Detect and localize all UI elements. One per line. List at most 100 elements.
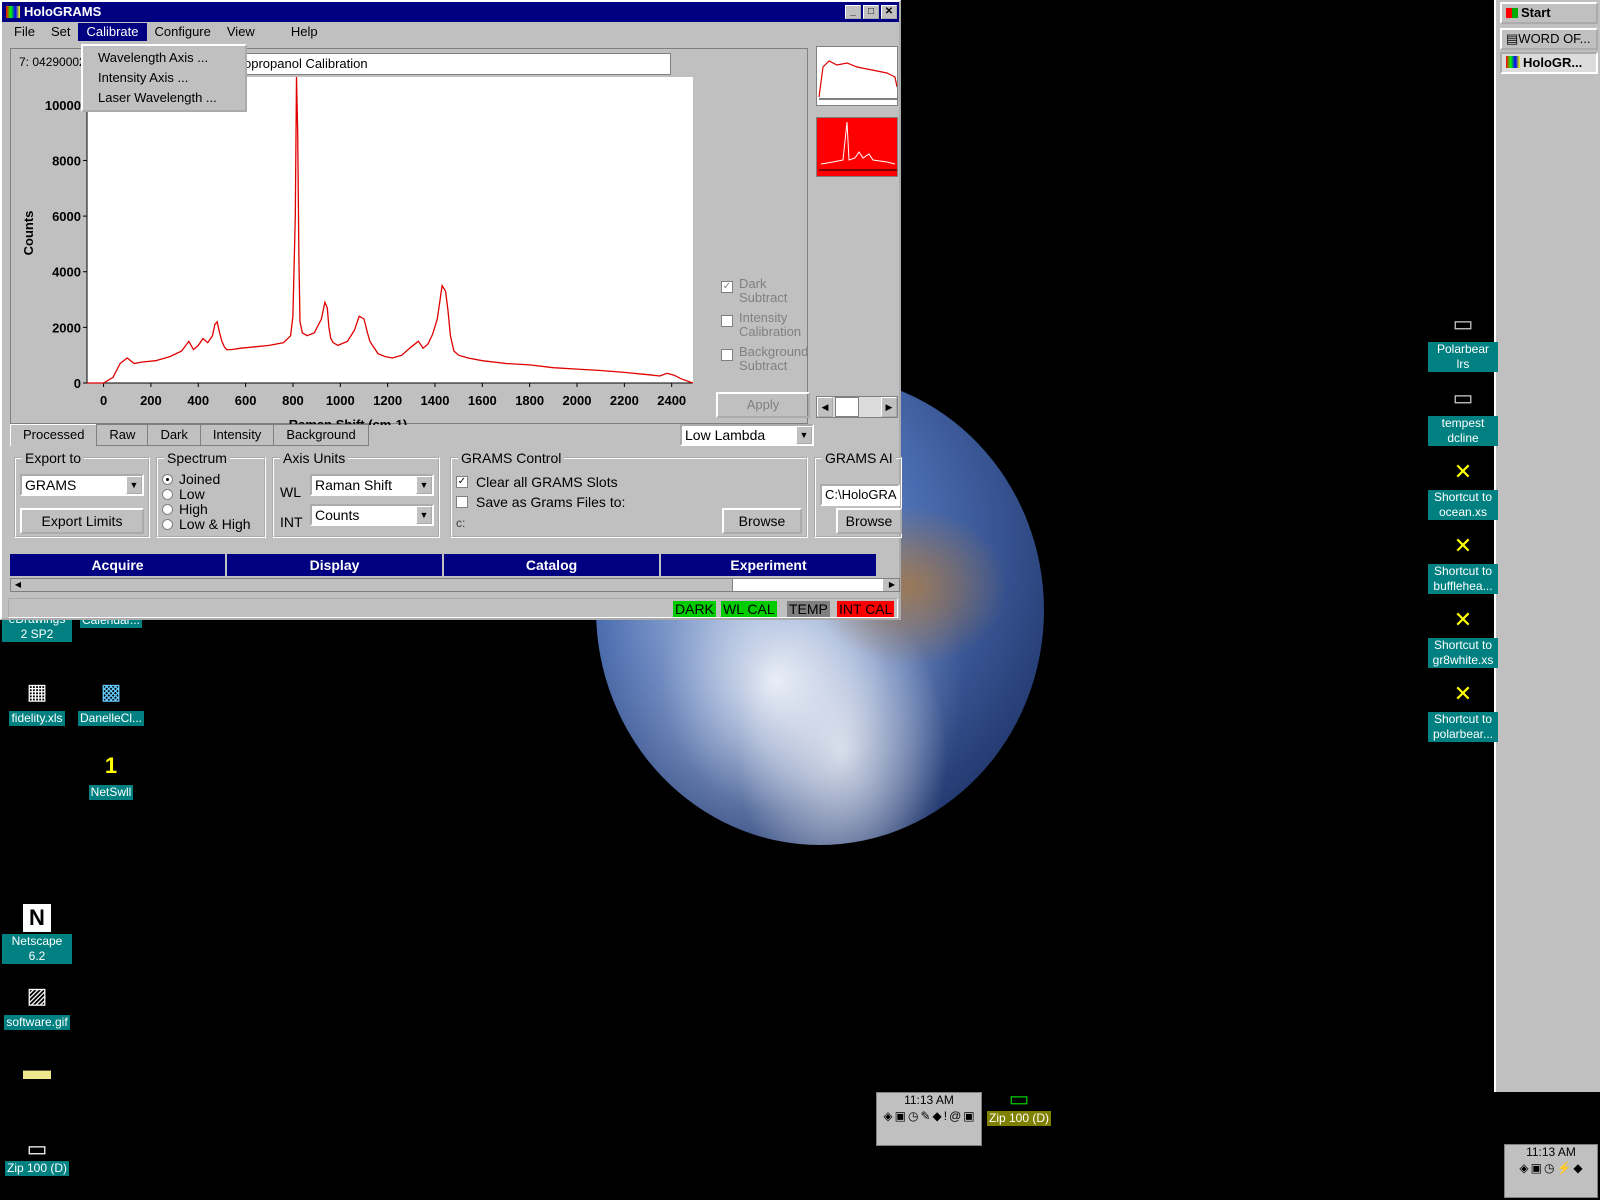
background-subtract-checkbox[interactable]: [721, 349, 733, 361]
nav-experiment[interactable]: Experiment: [661, 554, 878, 576]
tab-background[interactable]: Background: [273, 424, 369, 446]
scroll-left-icon[interactable]: ◀: [817, 397, 833, 417]
lambda-select[interactable]: Low Lambda ▼: [680, 424, 814, 446]
drive-shortcut-icon: ▭: [1452, 311, 1474, 336]
chevron-down-icon[interactable]: ▼: [796, 426, 812, 444]
window-titlebar[interactable]: HoloGRAMS _ □ ✕: [2, 2, 899, 22]
wl-units-select[interactable]: Raman Shift ▼: [310, 474, 434, 496]
tray-monitor-icon[interactable]: ▣: [895, 1109, 906, 1123]
menu-set[interactable]: Set: [43, 23, 79, 41]
radio-high[interactable]: High: [162, 502, 251, 517]
clear-grams-slots-option[interactable]: ✓ Clear all GRAMS Slots: [456, 474, 618, 490]
netscape-icon: N: [23, 904, 51, 932]
close-button[interactable]: ✕: [881, 5, 897, 19]
minimize-button[interactable]: _: [845, 5, 861, 19]
menu-file[interactable]: File: [6, 23, 43, 41]
radio-joined[interactable]: Joined: [162, 472, 251, 487]
desktop-icon-polarbear[interactable]: ✕ Shortcut to polarbear...: [1428, 678, 1498, 742]
chevron-down-icon[interactable]: ▼: [126, 476, 142, 494]
tab-raw[interactable]: Raw: [96, 424, 149, 446]
x-tick-label: 600: [235, 393, 257, 408]
desktop-icon-danellecl[interactable]: ▩ DanelleCl...: [76, 676, 146, 726]
x-tick-label: 2400: [657, 393, 686, 408]
grams-control-browse-button[interactable]: Browse: [722, 508, 802, 534]
scroll-right-icon[interactable]: ▶: [885, 579, 899, 591]
tray-icon[interactable]: !: [944, 1109, 947, 1123]
image-file-icon: ▨: [26, 983, 48, 1008]
export-limits-button[interactable]: Export Limits: [20, 508, 144, 534]
maximize-button[interactable]: □: [863, 5, 879, 19]
dark-subtract-checkbox[interactable]: ✓: [721, 281, 733, 293]
scroll-thumb[interactable]: [835, 397, 859, 417]
intensity-calibration-checkbox[interactable]: [721, 315, 733, 327]
tray-clock-icon[interactable]: ◷: [908, 1109, 918, 1123]
excel-shortcut-icon: ✕: [1453, 459, 1473, 484]
menu-item-laser-wavelength[interactable]: Laser Wavelength ...: [83, 88, 245, 108]
nav-acquire[interactable]: Acquire: [10, 554, 227, 576]
chevron-down-icon[interactable]: ▼: [416, 476, 432, 494]
menu-calibrate[interactable]: Calibrate: [78, 23, 147, 41]
tray-icon[interactable]: ◆: [1573, 1161, 1582, 1175]
desktop-icon-zip-drive-selected[interactable]: ▭ Zip 100 (D): [984, 1086, 1054, 1126]
taskbar-item-hologrems[interactable]: HoloGR...: [1500, 52, 1598, 74]
int-units-select[interactable]: Counts ▼: [310, 504, 434, 526]
desktop-icon-ocean-xs[interactable]: ✕ Shortcut to ocean.xs: [1428, 456, 1498, 520]
y-tick-label: 4000: [52, 265, 81, 280]
radio-low[interactable]: Low: [162, 487, 251, 502]
main-horizontal-scrollbar[interactable]: ◀ ▶: [10, 578, 900, 592]
intensity-calibration-option[interactable]: Intensity Calibration: [721, 311, 815, 339]
desktop-icon-folder[interactable]: ▬: [2, 1054, 72, 1088]
processed-spectrum-thumbnail[interactable]: [816, 117, 898, 177]
tab-dark[interactable]: Dark: [147, 424, 201, 446]
radio-low-high[interactable]: Low & High: [162, 517, 251, 532]
export-target-select[interactable]: GRAMS ▼: [20, 474, 144, 496]
grams-app-browse-button[interactable]: Browse: [836, 508, 902, 534]
scroll-track[interactable]: [27, 579, 733, 591]
clear-grams-slots-checkbox[interactable]: ✓: [456, 476, 468, 488]
thumbnail-scrollbar[interactable]: ◀ ▶: [816, 396, 898, 418]
desktop-icon-software-gif[interactable]: ▨ software.gif: [2, 980, 72, 1030]
spectrum-title-field[interactable]: opropanol Calibration: [239, 53, 671, 75]
menu-item-intensity-axis[interactable]: Intensity Axis ...: [83, 68, 245, 88]
spectrum-chart[interactable]: 0 200 400 600 800 1000 1200 1400 1600 1800 2000 220…: [11, 77, 701, 425]
scroll-thumb[interactable]: [733, 579, 883, 591]
desktop-icon-tempest-dcline[interactable]: ▭ tempest dcline: [1428, 382, 1498, 446]
grams-app-path-field[interactable]: C:\HoloGRA: [820, 484, 900, 506]
desktop-icon-netscape[interactable]: N Netscape 6.2: [2, 904, 72, 964]
tray-pen-icon[interactable]: ✎: [920, 1109, 930, 1123]
menu-configure[interactable]: Configure: [147, 23, 219, 41]
nav-display[interactable]: Display: [227, 554, 444, 576]
tray-icon[interactable]: ◆: [933, 1109, 942, 1123]
dark-subtract-option[interactable]: ✓ Dark Subtract: [721, 277, 815, 305]
save-grams-files-checkbox[interactable]: [456, 496, 468, 508]
nav-catalog[interactable]: Catalog: [444, 554, 661, 576]
tray-icon[interactable]: ◈: [1519, 1161, 1528, 1175]
apply-button[interactable]: Apply: [716, 392, 810, 418]
tray-power-icon[interactable]: ⚡: [1556, 1161, 1571, 1175]
menu-help[interactable]: Help: [283, 23, 326, 41]
menu-item-wavelength-axis[interactable]: Wavelength Axis ...: [83, 48, 245, 68]
desktop-icon-netswll[interactable]: 1 NetSwll: [76, 750, 146, 800]
tray-icon[interactable]: ◈: [883, 1109, 892, 1123]
desktop-icon-bufflehead[interactable]: ✕ Shortcut to bufflehea...: [1428, 530, 1498, 594]
menu-view[interactable]: View: [219, 23, 263, 41]
chevron-down-icon[interactable]: ▼: [416, 506, 432, 524]
desktop-icon-fidelity-xls[interactable]: ▦ fidelity.xls: [2, 676, 72, 726]
desktop-icon-zip-drive[interactable]: ▭ Zip 100 (D): [2, 1136, 72, 1176]
tray-clock-icon[interactable]: ◷: [1544, 1161, 1554, 1175]
desktop-icon-polarbear-lrs[interactable]: ▭ Polarbear lrs: [1428, 308, 1498, 372]
desktop-icon-gr8white[interactable]: ✕ Shortcut to gr8white.xs: [1428, 604, 1498, 668]
background-subtract-option[interactable]: Background Subtract: [721, 345, 815, 373]
raw-spectrum-thumbnail[interactable]: [816, 46, 898, 106]
excel-shortcut-icon: ✕: [1453, 681, 1473, 706]
save-grams-files-option[interactable]: Save as Grams Files to:: [456, 494, 625, 510]
tab-intensity[interactable]: Intensity: [199, 424, 275, 446]
tray-monitor-icon[interactable]: ▣: [1531, 1161, 1542, 1175]
scroll-right-icon[interactable]: ▶: [881, 397, 897, 417]
scroll-left-icon[interactable]: ◀: [11, 579, 25, 591]
tray-email-icon[interactable]: @: [949, 1109, 961, 1123]
tray-monitor-icon[interactable]: ▣: [963, 1109, 974, 1123]
start-button[interactable]: Start: [1500, 2, 1598, 24]
taskbar-item-word[interactable]: ▤WORD OF...: [1500, 28, 1598, 50]
tab-processed[interactable]: Processed: [10, 424, 98, 446]
